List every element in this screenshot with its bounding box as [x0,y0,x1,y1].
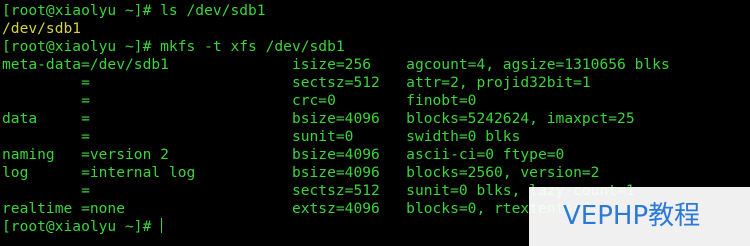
terminal-line: log =internal log bsize=4096 blocks=2560… [2,164,600,181]
terminal-prompt-line[interactable]: [root@xiaolyu ~]# [2,218,163,236]
terminal-line: = crc=0 finobt=0 [2,92,477,109]
terminal-line: [root@xiaolyu ~]# mkfs -t xfs /dev/sdb1 [2,38,345,55]
terminal-prompt: [root@xiaolyu ~]# [2,218,161,235]
watermark-text: VEPHP教程 [563,201,701,231]
terminal-line: [root@xiaolyu ~]# ls /dev/sdb1 [2,2,266,19]
terminal-line: = sunit=0 swidth=0 blks [2,128,521,145]
text-cursor [161,218,163,233]
terminal-line: data = bsize=4096 blocks=5242624, imaxpc… [2,110,635,127]
terminal-line: = sectsz=512 attr=2, projid32bit=1 [2,74,591,91]
terminal-line: meta-data=/dev/sdb1 isize=256 agcount=4,… [2,56,670,73]
terminal-line: naming =version 2 bsize=4096 ascii-ci=0 … [2,146,565,163]
watermark: VEPHP教程 [529,187,750,246]
terminal-line: realtime =none extsz=4096 blocks=0, rtex… [2,200,591,217]
terminal-line: /dev/sdb1 [2,20,82,37]
